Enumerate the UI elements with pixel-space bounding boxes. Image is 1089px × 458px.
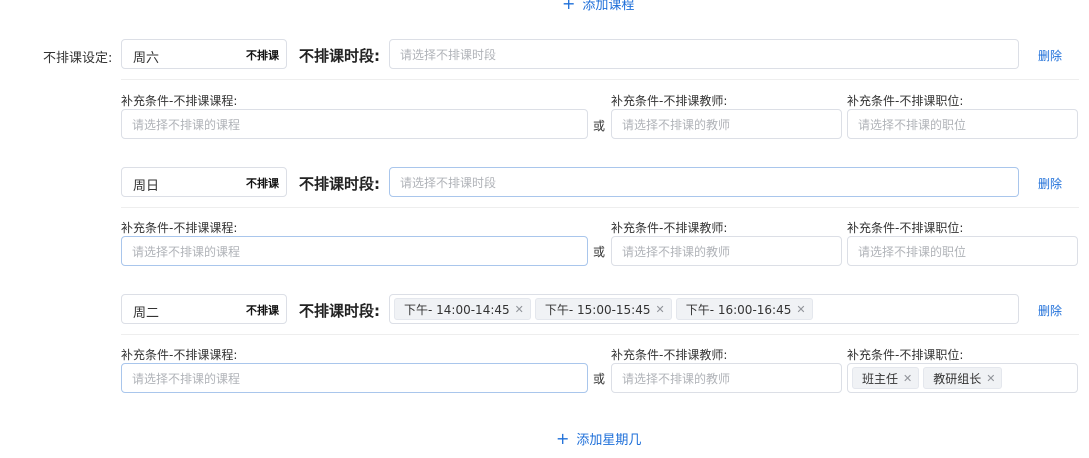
or-label: 或: [593, 245, 606, 259]
no-schedule-setting-label: 不排课设定:: [43, 51, 113, 66]
teacher-placeholder: 请选择不排课的教师: [622, 117, 731, 132]
teacher-select[interactable]: 请选择不排课的教师: [611, 363, 842, 393]
period-chip: 下午- 14:00-14:45 ✕: [394, 298, 531, 320]
add-weekday-label: 添加星期几: [576, 433, 642, 448]
teacher-label: 补充条件-不排课教师:: [611, 348, 728, 362]
period-select[interactable]: 请选择不排课时段: [389, 167, 1019, 197]
weekday-value: 周日: [133, 179, 160, 194]
position-label: 补充条件-不排课职位:: [847, 94, 964, 108]
add-course-button[interactable]: + 添加课程: [562, 0, 634, 13]
course-select[interactable]: 请选择不排课的课程: [121, 109, 588, 139]
position-label: 补充条件-不排课职位:: [847, 221, 964, 235]
period-select[interactable]: 下午- 14:00-14:45 ✕ 下午- 15:00-15:45 ✕ 下午- …: [389, 294, 1019, 324]
course-select[interactable]: 请选择不排课的课程: [121, 363, 588, 393]
close-icon[interactable]: ✕: [796, 303, 805, 316]
weekday-select[interactable]: 周日 不排课: [121, 167, 287, 197]
position-chip: 班主任 ✕: [852, 367, 920, 389]
position-label: 补充条件-不排课职位:: [847, 348, 964, 362]
no-schedule-settings-page: + 添加课程 不排课设定: 周六 不排课 不排课时段: 请选择不排课时段 删除 …: [0, 0, 1089, 458]
delete-rule-button[interactable]: 删除: [1038, 47, 1062, 64]
course-placeholder: 请选择不排课的课程: [132, 117, 241, 132]
course-placeholder: 请选择不排课的课程: [132, 244, 241, 259]
period-chip-label: 下午- 16:00-16:45: [685, 302, 792, 317]
delete-rule-button[interactable]: 删除: [1038, 175, 1062, 192]
teacher-label: 补充条件-不排课教师:: [611, 221, 728, 235]
close-icon[interactable]: ✕: [515, 303, 524, 316]
weekday-value: 周二: [133, 306, 160, 321]
divider: [121, 207, 1079, 208]
plus-icon: +: [562, 0, 576, 13]
position-select[interactable]: 班主任 ✕ 教研组长 ✕: [847, 363, 1078, 393]
period-placeholder: 请选择不排课时段: [400, 47, 497, 62]
course-label: 补充条件-不排课课程:: [121, 94, 238, 108]
close-icon[interactable]: ✕: [903, 372, 912, 385]
period-chip-label: 下午- 14:00-14:45: [404, 302, 510, 317]
or-label: 或: [593, 372, 606, 386]
course-select[interactable]: 请选择不排课的课程: [121, 236, 588, 266]
close-icon[interactable]: ✕: [656, 303, 665, 316]
course-label: 补充条件-不排课课程:: [121, 221, 238, 235]
period-chip: 下午- 16:00-16:45 ✕: [675, 298, 813, 320]
period-select[interactable]: 请选择不排课时段: [389, 39, 1019, 69]
position-placeholder: 请选择不排课的职位: [858, 117, 967, 132]
teacher-select[interactable]: 请选择不排课的教师: [611, 236, 842, 266]
position-select[interactable]: 请选择不排课的职位: [847, 109, 1078, 139]
position-select[interactable]: 请选择不排课的职位: [847, 236, 1078, 266]
period-chip: 下午- 15:00-15:45 ✕: [534, 298, 672, 320]
course-placeholder: 请选择不排课的课程: [132, 371, 241, 386]
no-schedule-tag: 不排课: [246, 177, 279, 190]
position-chip: 教研组长 ✕: [923, 367, 1003, 389]
position-chip-label: 班主任: [862, 371, 899, 386]
period-label: 不排课时段:: [299, 302, 380, 320]
or-label: 或: [593, 119, 606, 133]
weekday-select[interactable]: 周二 不排课: [121, 294, 287, 324]
teacher-placeholder: 请选择不排课的教师: [622, 371, 731, 386]
add-weekday-button[interactable]: + 添加星期几: [556, 429, 641, 448]
period-label: 不排课时段:: [299, 47, 380, 65]
position-placeholder: 请选择不排课的职位: [858, 244, 967, 259]
period-placeholder: 请选择不排课时段: [400, 175, 497, 190]
teacher-label: 补充条件-不排课教师:: [611, 94, 728, 108]
divider: [121, 334, 1079, 335]
teacher-select[interactable]: 请选择不排课的教师: [611, 109, 842, 139]
weekday-value: 周六: [133, 51, 160, 66]
period-chip-label: 下午- 15:00-15:45: [544, 302, 651, 317]
no-schedule-tag: 不排课: [246, 304, 279, 317]
position-chip-label: 教研组长: [933, 371, 982, 386]
add-course-label: 添加课程: [582, 0, 635, 13]
divider: [121, 79, 1079, 80]
period-label: 不排课时段:: [299, 175, 380, 193]
teacher-placeholder: 请选择不排课的教师: [622, 244, 731, 259]
close-icon[interactable]: ✕: [986, 372, 995, 385]
weekday-select[interactable]: 周六 不排课: [121, 39, 287, 69]
no-schedule-tag: 不排课: [246, 49, 279, 62]
delete-rule-button[interactable]: 删除: [1038, 302, 1062, 319]
plus-icon: +: [556, 428, 570, 448]
course-label: 补充条件-不排课课程:: [121, 348, 238, 362]
